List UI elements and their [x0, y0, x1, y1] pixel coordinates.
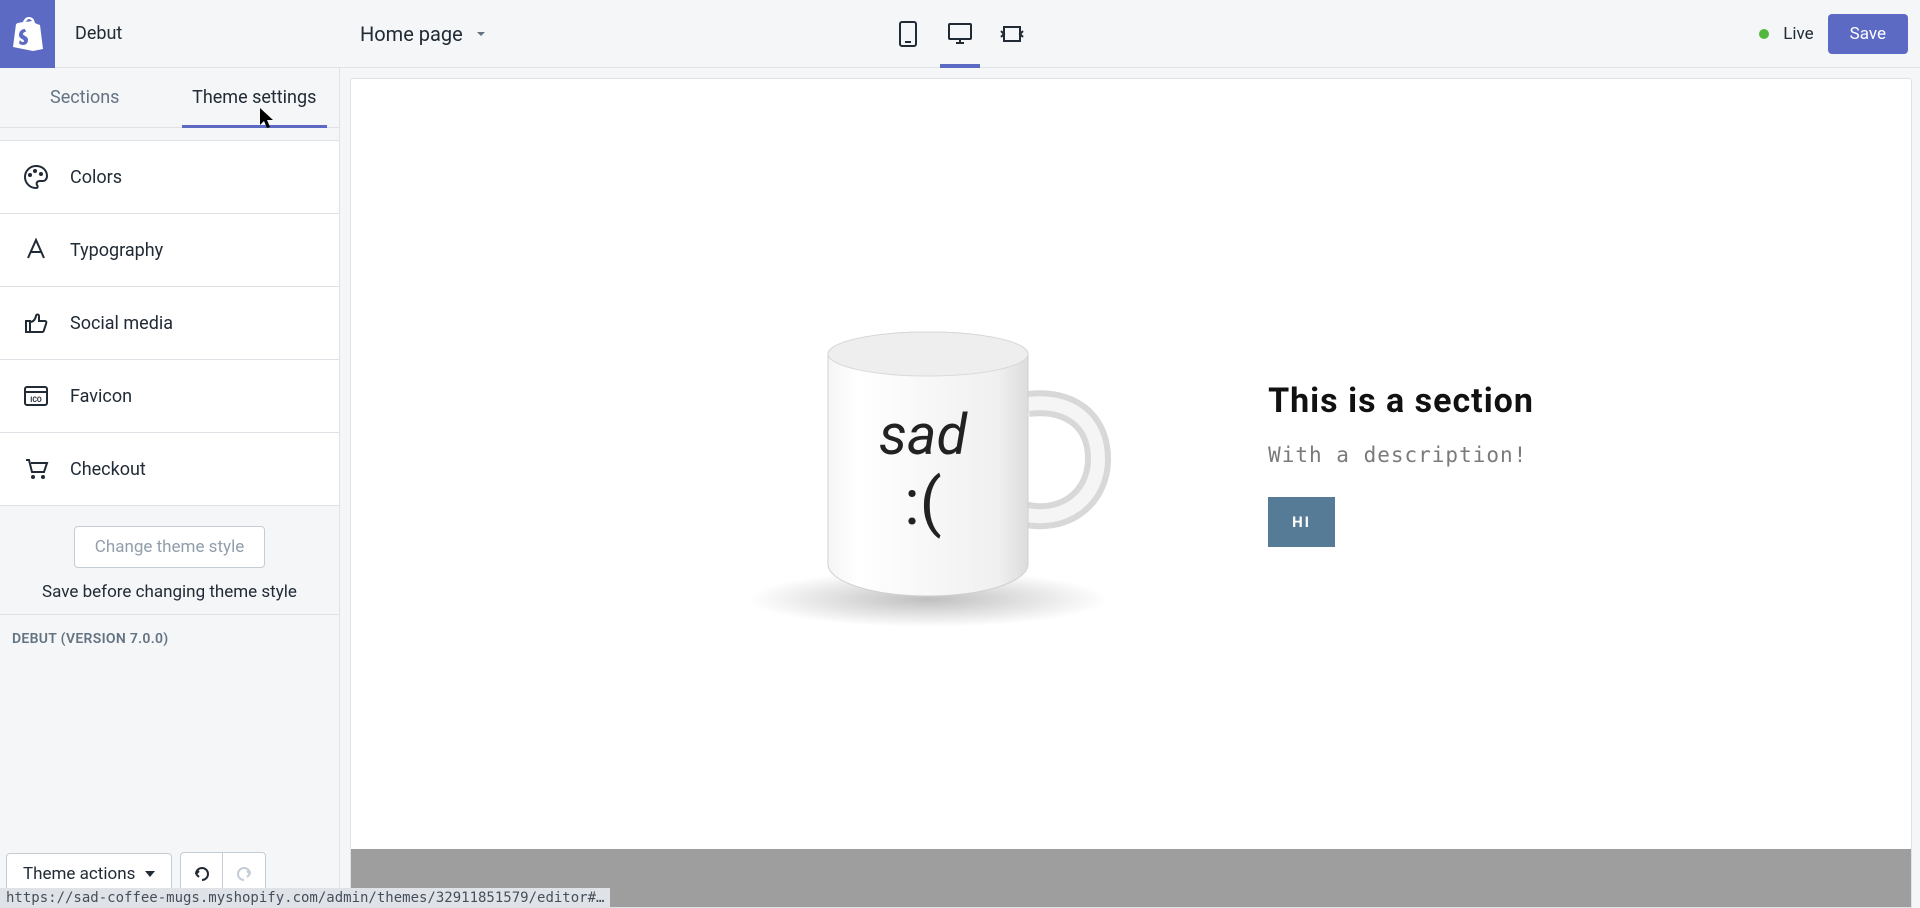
theme-settings-list: Colors Typography Social media IC	[0, 140, 339, 506]
live-status-dot	[1759, 29, 1769, 39]
settings-item-checkout[interactable]: Checkout	[0, 433, 339, 505]
live-status-label: Live	[1783, 24, 1813, 44]
settings-item-social-media[interactable]: Social media	[0, 287, 339, 360]
status-bar-url: https://sad-coffee-mugs.myshopify.com/ad…	[0, 888, 610, 908]
settings-item-typography[interactable]: Typography	[0, 214, 339, 287]
desktop-view-button[interactable]	[940, 0, 980, 68]
settings-item-label: Typography	[70, 240, 163, 261]
thumbs-up-icon	[22, 309, 50, 337]
product-image: sad :(	[728, 284, 1148, 644]
change-theme-style-button[interactable]: Change theme style	[74, 526, 265, 568]
palette-icon	[22, 163, 50, 191]
sidebar-lower: Change theme style Save before changing …	[0, 506, 339, 615]
preview-content: sad :( This is a section With a descript…	[351, 79, 1911, 849]
section-description: With a description!	[1268, 443, 1534, 467]
favicon-icon: ICO	[22, 382, 50, 410]
theme-actions-label: Theme actions	[23, 864, 135, 884]
settings-item-label: Colors	[70, 167, 122, 188]
preview-frame: sad :( This is a section With a descript…	[350, 78, 1912, 908]
svg-text:ICO: ICO	[30, 396, 42, 404]
settings-item-label: Social media	[70, 313, 173, 334]
undo-icon	[192, 864, 212, 884]
shopify-logo[interactable]	[0, 0, 55, 68]
settings-item-favicon[interactable]: ICO Favicon	[0, 360, 339, 433]
preview-area: sad :( This is a section With a descript…	[340, 68, 1920, 908]
topbar-left: Debut	[0, 0, 340, 68]
theme-name: Debut	[55, 23, 122, 44]
topbar-right: Live Save	[1759, 14, 1920, 54]
settings-item-label: Checkout	[70, 459, 146, 480]
cart-icon	[22, 455, 50, 483]
settings-item-label: Favicon	[70, 386, 132, 407]
device-toggle-group	[888, 0, 1032, 67]
expand-icon	[1000, 24, 1024, 44]
sidebar: Sections Theme settings Colors Typograph…	[0, 68, 340, 908]
mug-text-line2: :(	[904, 465, 941, 540]
section-text: This is a section With a description! HI	[1268, 381, 1534, 547]
page-selector-label: Home page	[360, 22, 463, 46]
desktop-icon	[948, 23, 972, 45]
chevron-down-icon	[473, 26, 489, 42]
typography-icon	[22, 236, 50, 264]
section-heading: This is a section	[1268, 381, 1534, 421]
save-before-hint: Save before changing theme style	[12, 582, 327, 602]
sidebar-tabs: Sections Theme settings	[0, 68, 339, 128]
topbar: Debut Home page Live Save	[0, 0, 1920, 68]
section-cta-button[interactable]: HI	[1268, 497, 1335, 547]
page-selector[interactable]: Home page	[340, 22, 489, 46]
shopify-bag-icon	[13, 17, 43, 51]
tab-theme-settings[interactable]: Theme settings	[170, 68, 340, 127]
save-button[interactable]: Save	[1828, 14, 1908, 54]
tab-sections[interactable]: Sections	[0, 68, 170, 127]
mobile-icon	[899, 21, 917, 47]
mug-text-line1: sad	[879, 402, 969, 468]
fullscreen-view-button[interactable]	[992, 0, 1032, 68]
settings-item-colors[interactable]: Colors	[0, 141, 339, 214]
theme-version-label: DEBUT (VERSION 7.0.0)	[0, 615, 339, 647]
caret-down-icon	[145, 871, 155, 877]
mobile-view-button[interactable]	[888, 0, 928, 68]
redo-icon	[234, 864, 254, 884]
